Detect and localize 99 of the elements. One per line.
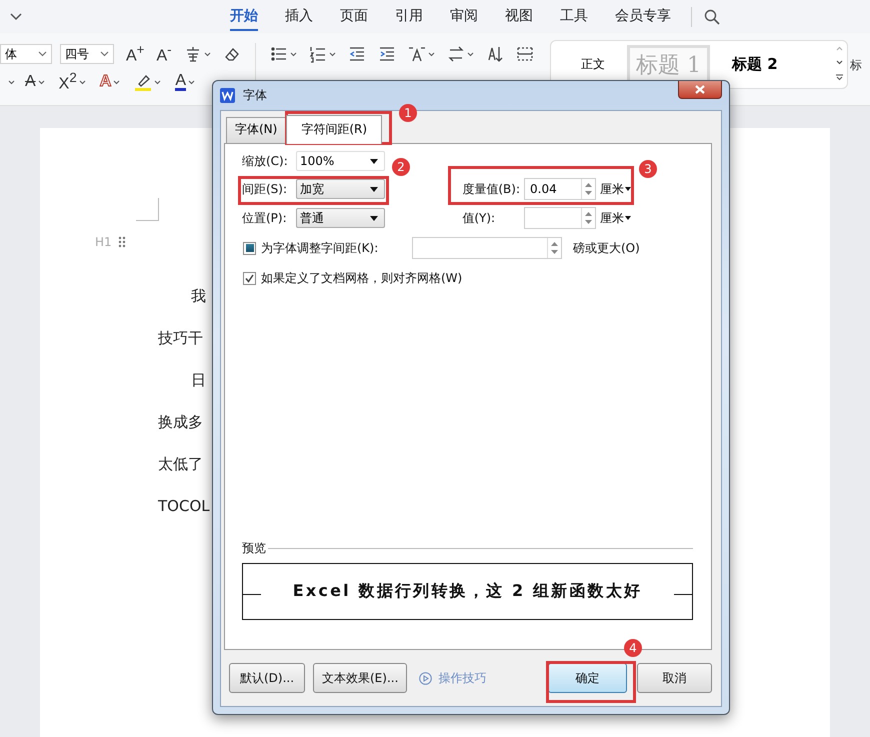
format-glyph: A$^{+}$ xyxy=(126,42,144,66)
preview-text: Excel 数据行列转换，这 2 组新函数太好 xyxy=(292,581,644,602)
text-direction-icon xyxy=(446,45,465,63)
caret-icon[interactable] xyxy=(154,80,162,84)
character-spacing-icon xyxy=(408,45,426,63)
dropdown-arrow-icon xyxy=(625,216,631,220)
toolbar-button[interactable]: A xyxy=(21,73,49,91)
spinner-icon[interactable] xyxy=(584,210,593,226)
dropdown-arrow-icon xyxy=(370,186,378,192)
numbered-list-icon xyxy=(308,45,327,63)
search-icon[interactable] xyxy=(704,8,720,24)
kerning-input[interactable] xyxy=(412,237,562,259)
menu-tab[interactable]: 审阅 xyxy=(450,2,478,30)
field-label: 度量值(B): xyxy=(462,180,520,198)
drag-handle-icon[interactable] xyxy=(118,236,126,248)
style-heading[interactable]: 标题 2 xyxy=(732,55,778,74)
highlighter-icon xyxy=(134,73,152,91)
menu-tab[interactable]: 会员专享 xyxy=(615,2,671,30)
toolbar-button[interactable]: X$^{2}$ xyxy=(54,70,90,94)
checkbox-label: 如果定义了文档网格，则对齐网格(W) xyxy=(261,270,462,286)
document-text: 太低了 xyxy=(158,454,203,475)
checkbox[interactable] xyxy=(243,272,256,284)
sort-icon xyxy=(486,45,504,63)
scroll-down-icon[interactable] xyxy=(836,60,843,65)
menu-tab[interactable]: 视图 xyxy=(505,2,533,30)
field-label: 位置(P): xyxy=(242,210,288,226)
section-label: 预览 xyxy=(242,540,266,557)
unit-dropdown[interactable]: 厘米 xyxy=(600,210,640,226)
caret-icon[interactable] xyxy=(466,52,474,56)
font-name-dropdown[interactable]: 体 xyxy=(0,44,52,64)
dialog-button[interactable]: 取消 xyxy=(637,663,712,693)
strikethrough-glyph: A xyxy=(25,73,36,91)
checkbox[interactable] xyxy=(243,242,256,254)
border-icon xyxy=(516,45,534,63)
field-label: 间距(S): xyxy=(242,180,288,198)
caret-icon[interactable] xyxy=(113,80,120,84)
document-text: 换成多 xyxy=(158,412,203,433)
bullet-list-icon xyxy=(270,45,288,63)
dialog-button[interactable]: 默认(D)... xyxy=(229,663,305,693)
dropdown-arrow-icon xyxy=(370,158,378,164)
spacing-dropdown[interactable]: 加宽 xyxy=(296,179,385,199)
document-text: 技巧干 xyxy=(158,328,203,349)
toolbar-button[interactable]: A xyxy=(171,73,199,91)
unit-dropdown[interactable]: 厘米 xyxy=(600,180,640,198)
field-label: 磅或更大(O) xyxy=(573,240,640,256)
dialog-button[interactable]: 确定 xyxy=(548,663,627,693)
menu-tab[interactable]: 引用 xyxy=(395,2,423,30)
caret-icon[interactable] xyxy=(38,80,45,84)
caret-icon[interactable] xyxy=(188,80,195,84)
close-button[interactable] xyxy=(678,81,722,99)
caret-icon[interactable] xyxy=(204,52,211,56)
font-color-glyph: A xyxy=(175,73,186,91)
dialog-title: 字体 xyxy=(243,87,267,104)
play-icon[interactable] xyxy=(419,672,432,684)
caret-icon[interactable] xyxy=(100,51,109,57)
caret-icon[interactable] xyxy=(428,52,435,56)
font-size-dropdown[interactable]: 四号 xyxy=(60,44,114,64)
format-glyph: X$^{2}$ xyxy=(58,70,77,94)
offset-input[interactable] xyxy=(524,207,596,229)
document-text: 我 xyxy=(191,286,206,307)
toolbar-button[interactable]: A$^{-}$ xyxy=(152,42,176,66)
caret-icon[interactable] xyxy=(328,52,336,56)
menu-tab[interactable]: 插入 xyxy=(285,2,313,30)
caret-icon[interactable] xyxy=(290,52,297,56)
expand-icon[interactable] xyxy=(836,74,843,81)
menu-tab[interactable]: 开始 xyxy=(230,2,258,30)
scale-dropdown[interactable]: 100% xyxy=(296,151,385,171)
format-glyph: A$^{-}$ xyxy=(156,42,172,66)
dialog-tab[interactable]: 字符间距(R) xyxy=(286,115,382,144)
document-text: TOCOL xyxy=(158,496,210,517)
heading-level-label: H1 xyxy=(95,235,112,249)
close-icon xyxy=(695,85,705,94)
field-label: 缩放(C): xyxy=(242,152,289,170)
toolbar-button[interactable]: A$^{+}$ xyxy=(122,42,148,66)
menu-tab[interactable]: 页面 xyxy=(340,2,368,30)
decrease-indent-icon xyxy=(348,45,366,63)
dialog-tab[interactable]: 字体(N) xyxy=(226,117,286,143)
checkbox-label: 为字体调整字间距(K): xyxy=(261,240,380,256)
step-number-badge: 1 xyxy=(399,104,417,122)
field-label: 值(Y): xyxy=(462,210,496,226)
style-heading[interactable]: 标 xyxy=(850,57,862,74)
chevron-down-icon[interactable] xyxy=(10,12,22,20)
spinner-icon[interactable] xyxy=(550,240,559,256)
position-dropdown[interactable]: 普通 xyxy=(296,208,385,228)
menu-tab[interactable]: 工具 xyxy=(560,2,588,30)
outline-glyph: A xyxy=(100,73,112,91)
caret-icon[interactable] xyxy=(78,80,86,84)
app-logo-icon xyxy=(220,88,235,103)
caret-icon[interactable] xyxy=(38,51,47,57)
margin-corner-mark xyxy=(136,198,159,221)
spinner-icon[interactable] xyxy=(584,181,593,197)
measure-input[interactable]: 0.04 xyxy=(524,178,596,200)
dialog-button[interactable]: 文本效果(E)... xyxy=(313,663,408,693)
style-body[interactable]: 正文 xyxy=(581,56,605,73)
increase-indent-icon xyxy=(378,45,396,63)
dropdown-arrow-icon xyxy=(625,187,631,191)
caret-icon[interactable] xyxy=(8,80,15,84)
document-text: 日 xyxy=(191,370,206,391)
dropdown-arrow-icon xyxy=(370,216,378,220)
